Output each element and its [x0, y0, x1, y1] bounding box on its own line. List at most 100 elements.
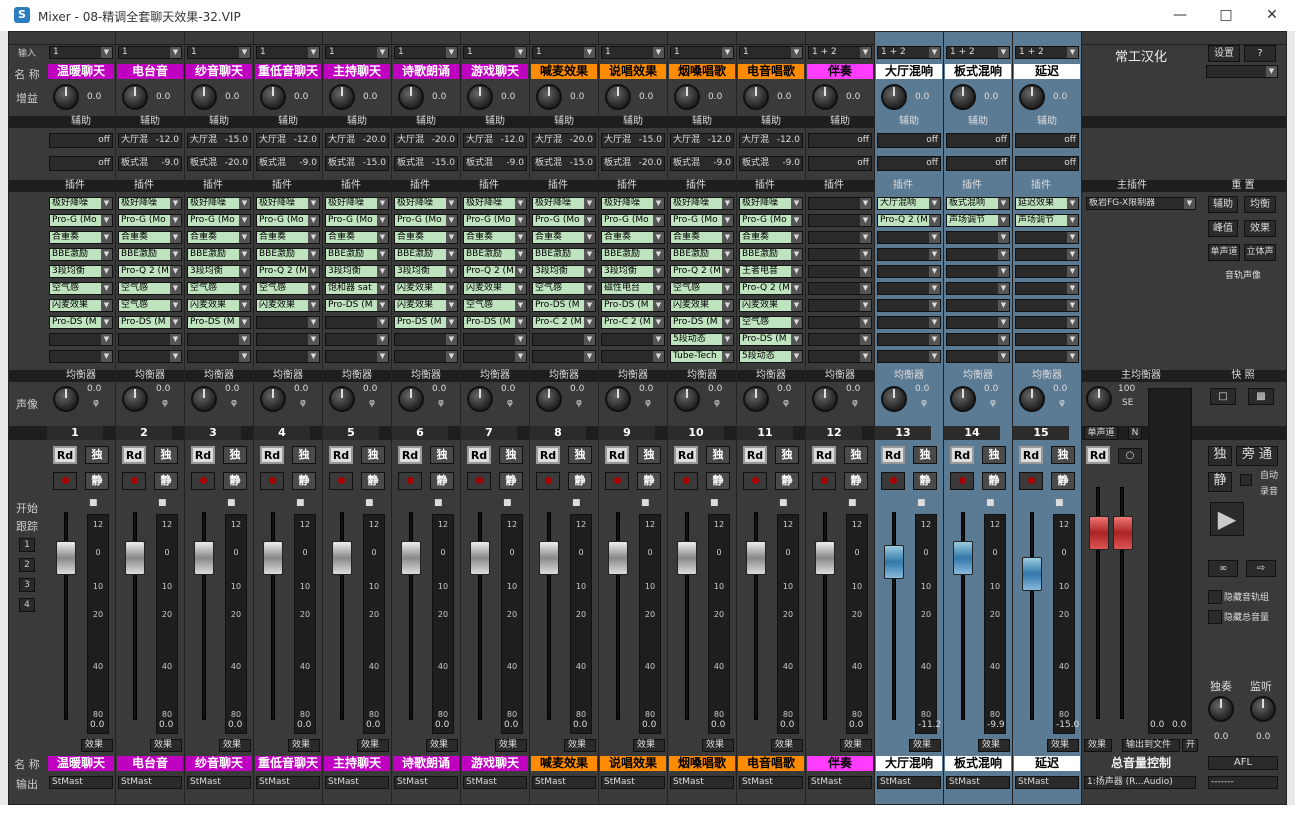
plugin-slot[interactable]: ▼ — [808, 333, 872, 346]
plugin-slot[interactable]: 3段均衡 ▼ — [601, 265, 665, 278]
channel-name[interactable]: 电台音 — [117, 64, 183, 79]
volume-fader[interactable] — [125, 541, 145, 575]
plugin-slot[interactable]: ▼ — [463, 333, 527, 346]
mute-button[interactable]: 静 — [637, 472, 661, 490]
output-select[interactable]: StMast — [532, 776, 596, 789]
aux-send-1[interactable]: 大厅混 -12.0 — [463, 133, 527, 148]
record-button[interactable] — [53, 472, 77, 490]
rd-button[interactable]: Rd — [605, 446, 629, 464]
solo-button[interactable]: 独 — [1051, 446, 1075, 464]
aux-send-1[interactable]: off — [946, 133, 1010, 148]
aux-send-2[interactable]: off — [808, 156, 872, 171]
output-select[interactable]: StMast — [325, 776, 389, 789]
fx-button[interactable]: 效果 — [840, 739, 872, 752]
rd-button[interactable]: Rd — [398, 446, 422, 464]
solo-button[interactable]: 独 — [292, 446, 316, 464]
master-mono-button[interactable]: 单声道 — [1084, 426, 1118, 440]
plugin-slot[interactable]: 极好降噪 ▼ — [463, 197, 527, 210]
master-plugin-slot[interactable]: 板岩FG-X限制器 ▼ — [1086, 197, 1196, 210]
hide-master-checkbox[interactable] — [1208, 610, 1222, 624]
speaker-icon[interactable]: ■ — [158, 498, 167, 508]
plugin-slot[interactable]: ▼ — [877, 316, 941, 329]
speaker-icon[interactable]: ■ — [986, 498, 995, 508]
phase-icon[interactable]: φ — [1059, 398, 1065, 408]
input-select[interactable]: 1 ▼ — [670, 46, 734, 59]
plugin-slot[interactable]: Pro-Q 2 (M ▼ — [739, 282, 803, 295]
plugin-slot[interactable]: ▼ — [877, 350, 941, 363]
afl-output-select[interactable]: ------- — [1208, 776, 1278, 789]
channel-name[interactable]: 板式混响 — [945, 64, 1011, 79]
plugin-slot[interactable]: 3段均衡 ▼ — [187, 265, 251, 278]
master-fader-right[interactable] — [1113, 516, 1133, 550]
output-select[interactable]: StMast — [946, 776, 1010, 789]
aux-send-2[interactable]: off — [1015, 156, 1079, 171]
record-button[interactable] — [743, 472, 767, 490]
gain-knob[interactable] — [329, 84, 355, 110]
pan-knob[interactable] — [950, 386, 976, 412]
plugin-slot[interactable]: Pro-C 2 (M ▼ — [532, 316, 596, 329]
solo-knob[interactable] — [1208, 696, 1234, 722]
aux-send-2[interactable]: 板式混 -9.0 — [118, 156, 182, 171]
record-button[interactable] — [812, 472, 836, 490]
output-select[interactable]: StMast — [601, 776, 665, 789]
plugin-slot[interactable]: ▼ — [187, 350, 251, 363]
plugin-slot[interactable]: 5段动态 ▼ — [739, 350, 803, 363]
phase-icon[interactable]: φ — [93, 398, 99, 408]
plugin-slot[interactable]: Pro-G (Mo ▼ — [532, 214, 596, 227]
pan-knob[interactable] — [674, 386, 700, 412]
fx-button[interactable]: 效果 — [633, 739, 665, 752]
track-button-4[interactable]: 4 — [19, 598, 35, 612]
plugin-slot[interactable]: ▼ — [394, 333, 458, 346]
plugin-slot[interactable]: 闪麦效果 ▼ — [394, 299, 458, 312]
plugin-slot[interactable]: Pro-DS (M ▼ — [739, 333, 803, 346]
plugin-slot[interactable]: 极好降噪 ▼ — [325, 197, 389, 210]
plugin-slot[interactable]: ▼ — [1015, 282, 1079, 295]
aux-send-1[interactable]: 大厅混 -12.0 — [118, 133, 182, 148]
plugin-slot[interactable]: Pro-DS (M ▼ — [601, 299, 665, 312]
solo-button[interactable]: 独 — [223, 446, 247, 464]
input-select[interactable]: 1 + 2 ▼ — [808, 46, 872, 59]
volume-fader[interactable] — [746, 541, 766, 575]
plugin-slot[interactable]: 极好降噪 ▼ — [394, 197, 458, 210]
mute-button[interactable]: 静 — [223, 472, 247, 490]
plugin-slot[interactable]: Pro-Q 2 (M ▼ — [877, 214, 941, 227]
pan-knob[interactable] — [260, 386, 286, 412]
plugin-slot[interactable]: Pro-G (Mo ▼ — [463, 214, 527, 227]
record-button[interactable] — [1019, 472, 1043, 490]
aux-send-2[interactable]: 板式混 -20.0 — [601, 156, 665, 171]
input-select[interactable]: 1 ▼ — [532, 46, 596, 59]
plugin-slot[interactable]: ▼ — [808, 231, 872, 244]
mute-button[interactable]: 静 — [913, 472, 937, 490]
channel-name[interactable]: 诗歌朗诵 — [393, 64, 459, 79]
phase-icon[interactable]: φ — [507, 398, 513, 408]
plugin-slot[interactable]: 大厅混响 ▼ — [877, 197, 941, 210]
plugin-slot[interactable]: ▼ — [601, 333, 665, 346]
stereo-button[interactable]: 立体声 — [1244, 244, 1276, 261]
plugin-slot[interactable]: 延迟效果 ▼ — [1015, 197, 1079, 210]
phase-icon[interactable]: φ — [231, 398, 237, 408]
volume-fader[interactable] — [56, 541, 76, 575]
afl-button[interactable]: AFL — [1208, 756, 1278, 770]
solo-button[interactable]: 独 — [361, 446, 385, 464]
plugin-slot[interactable]: 3段均衡 ▼ — [394, 265, 458, 278]
plugin-slot[interactable]: ▼ — [877, 248, 941, 261]
hide-tracks-checkbox[interactable] — [1208, 590, 1222, 604]
fx-button[interactable]: 效果 — [564, 739, 596, 752]
monitor-knob[interactable] — [1250, 696, 1276, 722]
rd-button[interactable]: Rd — [467, 446, 491, 464]
plugin-slot[interactable]: ▼ — [532, 333, 596, 346]
gain-knob[interactable] — [53, 84, 79, 110]
phase-icon[interactable]: φ — [783, 398, 789, 408]
plugin-slot[interactable]: ▼ — [325, 333, 389, 346]
settings-button[interactable]: 设置 — [1208, 45, 1240, 62]
input-select[interactable]: 1 + 2 ▼ — [877, 46, 941, 59]
master-fader-left[interactable] — [1089, 516, 1109, 550]
input-select[interactable]: 1 ▼ — [739, 46, 803, 59]
speaker-icon[interactable]: ■ — [641, 498, 650, 508]
master-n-button[interactable]: N — [1128, 426, 1142, 440]
phase-icon[interactable]: φ — [990, 398, 996, 408]
output-select[interactable]: StMast — [256, 776, 320, 789]
speaker-icon[interactable]: ■ — [89, 498, 98, 508]
plugin-slot[interactable]: Pro-G (Mo ▼ — [49, 214, 113, 227]
volume-fader[interactable] — [539, 541, 559, 575]
